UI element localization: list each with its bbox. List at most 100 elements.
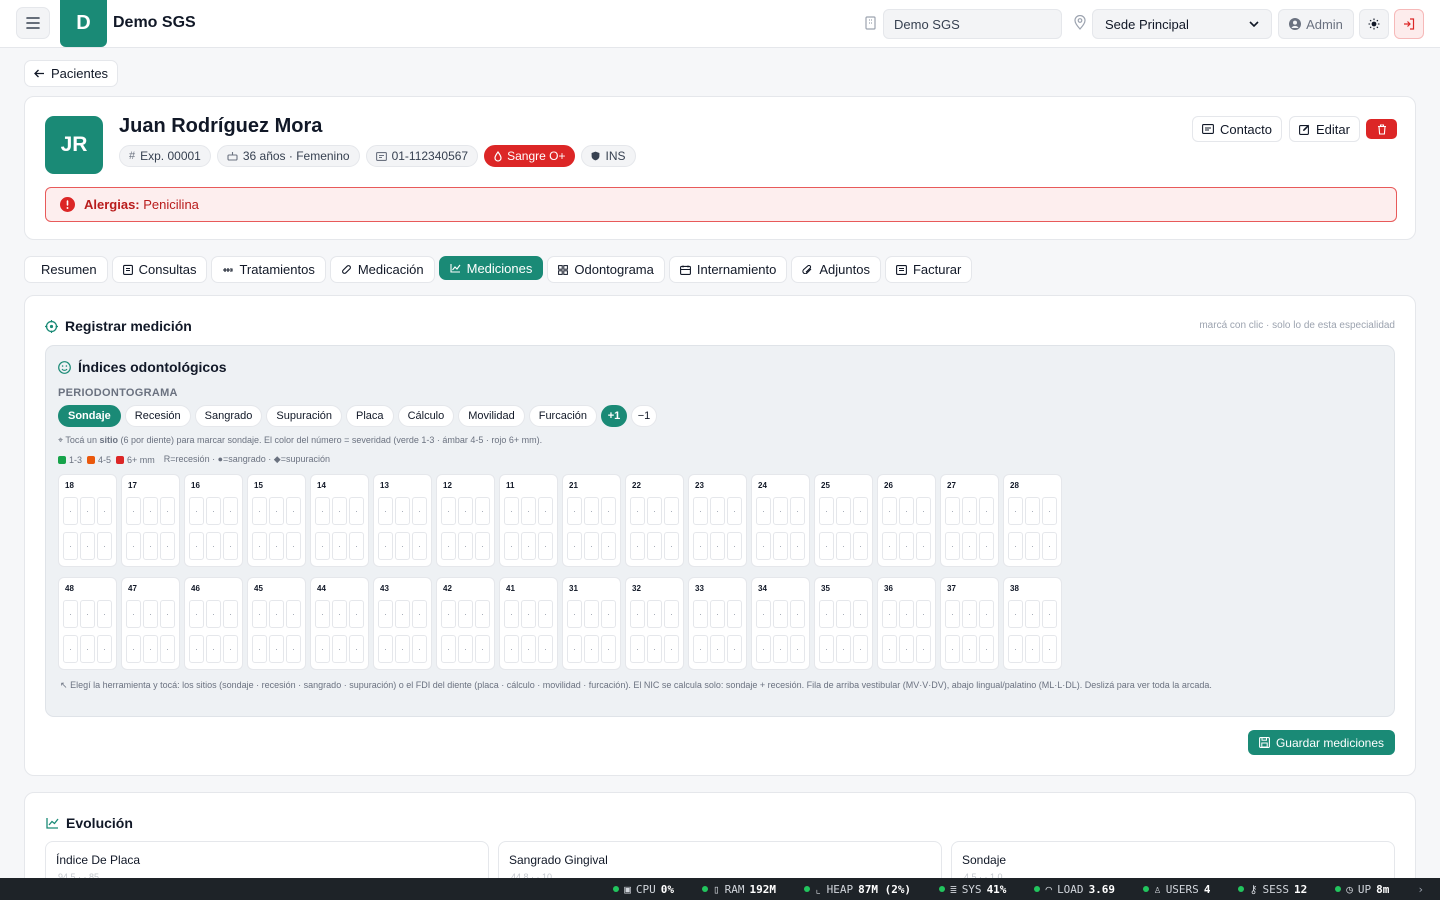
probing-site[interactable]: · <box>475 532 490 560</box>
tooth-number[interactable]: 31 <box>569 584 578 593</box>
tooth-number[interactable]: 41 <box>506 584 515 593</box>
probing-site[interactable]: · <box>710 635 725 663</box>
probing-site[interactable]: · <box>521 600 536 628</box>
probing-site[interactable]: · <box>223 600 238 628</box>
probing-site[interactable]: · <box>899 600 914 628</box>
probing-site[interactable]: · <box>189 635 204 663</box>
tooth-number[interactable]: 48 <box>65 584 74 593</box>
probing-site[interactable]: · <box>126 497 141 525</box>
probing-site[interactable]: · <box>315 532 330 560</box>
tab-mediciones[interactable]: Mediciones <box>438 256 544 280</box>
tooth-card[interactable]: 27 · · · · · · <box>940 474 999 567</box>
contact-button[interactable]: Contacto <box>1192 116 1282 142</box>
probing-site[interactable]: · <box>504 600 519 628</box>
probing-site[interactable]: · <box>1025 635 1040 663</box>
tool-supuracion[interactable]: Supuración <box>266 405 343 427</box>
probing-site[interactable]: · <box>126 532 141 560</box>
probing-site[interactable]: · <box>504 532 519 560</box>
tab-odontograma[interactable]: Odontograma <box>547 256 665 283</box>
probing-site[interactable]: · <box>160 532 175 560</box>
tooth-card[interactable]: 32 · · · · · · <box>625 577 684 670</box>
probing-site[interactable]: · <box>412 635 427 663</box>
probing-site[interactable]: · <box>63 635 78 663</box>
probing-site[interactable]: · <box>521 635 536 663</box>
tooth-card[interactable]: 45 · · · · · · <box>247 577 306 670</box>
probing-site[interactable]: · <box>601 532 616 560</box>
probing-site[interactable]: · <box>945 635 960 663</box>
probing-site[interactable]: · <box>853 497 868 525</box>
probing-site[interactable]: · <box>1008 600 1023 628</box>
probing-site[interactable]: · <box>836 635 851 663</box>
probing-site[interactable]: · <box>286 600 301 628</box>
probing-site[interactable]: · <box>916 532 931 560</box>
probing-site[interactable]: · <box>315 497 330 525</box>
probing-site[interactable]: · <box>458 497 473 525</box>
probing-site[interactable]: · <box>979 600 994 628</box>
probing-site[interactable]: · <box>773 532 788 560</box>
tooth-number[interactable]: 37 <box>947 584 956 593</box>
probing-site[interactable]: · <box>664 600 679 628</box>
probing-site[interactable]: · <box>945 532 960 560</box>
tooth-number[interactable]: 27 <box>947 481 956 490</box>
tooth-number[interactable]: 15 <box>254 481 263 490</box>
probing-site[interactable]: · <box>727 635 742 663</box>
tooth-number[interactable]: 38 <box>1010 584 1019 593</box>
probing-site[interactable]: · <box>853 532 868 560</box>
tooth-number[interactable]: 33 <box>695 584 704 593</box>
probing-site[interactable]: · <box>836 497 851 525</box>
probing-site[interactable]: · <box>252 532 267 560</box>
probing-site[interactable]: · <box>567 635 582 663</box>
tab-consultas[interactable]: Consultas <box>111 256 208 283</box>
tooth-card[interactable]: 41 · · · · · · <box>499 577 558 670</box>
probing-site[interactable]: · <box>332 497 347 525</box>
probing-site[interactable]: · <box>504 635 519 663</box>
logout-button[interactable] <box>1394 9 1424 39</box>
probing-site[interactable]: · <box>601 600 616 628</box>
probing-site[interactable]: · <box>441 600 456 628</box>
probing-site[interactable]: · <box>395 532 410 560</box>
probing-site[interactable]: · <box>80 497 95 525</box>
probing-site[interactable]: · <box>1008 635 1023 663</box>
probing-site[interactable]: · <box>819 497 834 525</box>
probing-site[interactable]: · <box>601 497 616 525</box>
tool-calculo[interactable]: Cálculo <box>397 405 455 427</box>
tooth-card[interactable]: 44 · · · · · · <box>310 577 369 670</box>
probing-site[interactable]: · <box>630 497 645 525</box>
probing-site[interactable]: · <box>269 600 284 628</box>
menu-button[interactable] <box>16 7 50 39</box>
tab-tratamientos[interactable]: Tratamientos <box>211 256 326 283</box>
probing-site[interactable]: · <box>1025 600 1040 628</box>
tooth-card[interactable]: 11 · · · · · · <box>499 474 558 567</box>
probing-site[interactable]: · <box>962 635 977 663</box>
tooth-card[interactable]: 12 · · · · · · <box>436 474 495 567</box>
probing-site[interactable]: · <box>189 497 204 525</box>
tooth-card[interactable]: 23 · · · · · · <box>688 474 747 567</box>
probing-site[interactable]: · <box>773 635 788 663</box>
tooth-number[interactable]: 34 <box>758 584 767 593</box>
probing-site[interactable]: · <box>63 532 78 560</box>
probing-site[interactable]: · <box>693 497 708 525</box>
probing-site[interactable]: · <box>143 600 158 628</box>
probing-site[interactable]: · <box>630 532 645 560</box>
probing-site[interactable]: · <box>664 497 679 525</box>
probing-site[interactable]: · <box>727 497 742 525</box>
tooth-number[interactable]: 26 <box>884 481 893 490</box>
probing-site[interactable]: · <box>126 600 141 628</box>
probing-site[interactable]: · <box>647 600 662 628</box>
probing-site[interactable]: · <box>223 635 238 663</box>
probing-site[interactable]: · <box>349 635 364 663</box>
probing-site[interactable]: · <box>1042 600 1057 628</box>
tooth-card[interactable]: 16 · · · · · · <box>184 474 243 567</box>
tab-resumen[interactable]: Resumen <box>24 256 108 283</box>
probing-site[interactable]: · <box>269 532 284 560</box>
increment-button[interactable]: +1 <box>601 405 628 427</box>
probing-site[interactable]: · <box>378 635 393 663</box>
probing-site[interactable]: · <box>962 600 977 628</box>
tooth-number[interactable]: 16 <box>191 481 200 490</box>
probing-site[interactable]: · <box>458 532 473 560</box>
probing-site[interactable]: · <box>916 635 931 663</box>
tab-adjuntos[interactable]: Adjuntos <box>791 256 881 283</box>
tooth-number[interactable]: 22 <box>632 481 641 490</box>
probing-site[interactable]: · <box>315 635 330 663</box>
probing-site[interactable]: · <box>819 600 834 628</box>
